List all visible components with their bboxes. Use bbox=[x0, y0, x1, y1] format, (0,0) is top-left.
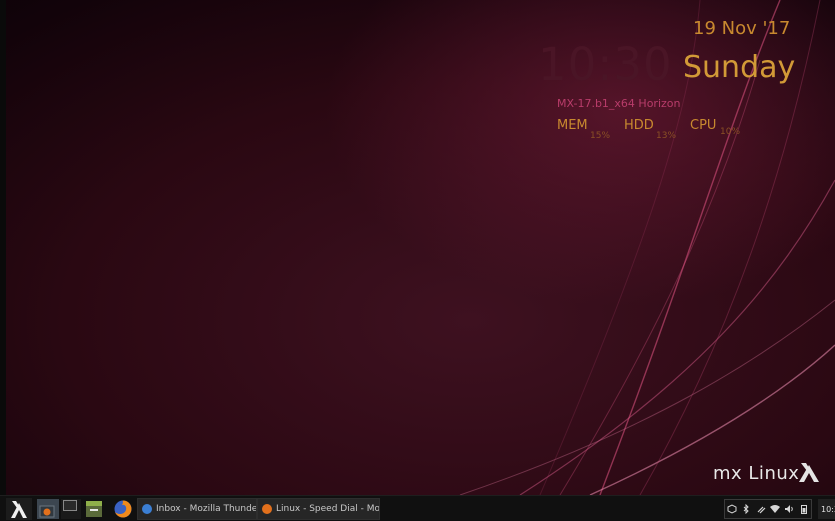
thunderbird-icon bbox=[142, 504, 152, 514]
conky-mem-label: MEM bbox=[557, 118, 588, 133]
mx-x-icon bbox=[799, 463, 819, 482]
firefox-task-icon bbox=[262, 504, 272, 514]
battery-icon[interactable] bbox=[799, 504, 809, 514]
workspace-1[interactable] bbox=[37, 499, 59, 519]
conky-date: 19 Nov '17 bbox=[693, 18, 791, 39]
application-menu-button[interactable] bbox=[6, 498, 32, 520]
desktop: 10:30 19 Nov '17 Sunday MX-17.b1_x64 Hor… bbox=[0, 0, 835, 521]
taskbar-item-label: Linux - Speed Dial - Mo... bbox=[276, 504, 380, 514]
mx-linux-logo-text: mx Linux bbox=[713, 463, 800, 484]
wifi-icon[interactable] bbox=[770, 504, 781, 514]
clipboard-icon[interactable] bbox=[756, 504, 766, 514]
volume-icon[interactable] bbox=[784, 504, 794, 514]
bluetooth-icon[interactable] bbox=[741, 504, 751, 514]
firefox-icon bbox=[114, 500, 132, 518]
system-tray bbox=[724, 499, 812, 519]
file-manager-launcher[interactable] bbox=[84, 499, 104, 519]
firefox-mini-icon bbox=[39, 505, 55, 518]
workspace-window-thumbnail bbox=[63, 500, 77, 511]
taskbar-item-thunderbird[interactable]: Inbox - Mozilla Thunde... bbox=[137, 498, 257, 520]
taskbar-clock[interactable]: 10:30 bbox=[818, 499, 835, 519]
conky-hdd-label: HDD bbox=[624, 118, 654, 133]
conky-host: MX-17.b1_x64 Horizon bbox=[557, 97, 681, 110]
conky-time: 10:30 bbox=[538, 38, 673, 91]
taskbar: Inbox - Mozilla Thunde... Linux - Speed … bbox=[0, 495, 835, 521]
file-manager-icon bbox=[86, 501, 102, 517]
conky-day: Sunday bbox=[683, 50, 796, 85]
conky-mem-value: 15% bbox=[590, 131, 611, 141]
taskbar-item-firefox[interactable]: Linux - Speed Dial - Mo... bbox=[257, 498, 380, 520]
conky-cpu-value: 10% bbox=[720, 127, 741, 137]
conky-widget: 10:30 19 Nov '17 Sunday MX-17.b1_x64 Hor… bbox=[0, 0, 835, 200]
firefox-launcher[interactable] bbox=[113, 499, 133, 519]
taskbar-item-label: Inbox - Mozilla Thunde... bbox=[156, 504, 257, 514]
mx-logo-icon bbox=[11, 501, 27, 518]
conky-hdd-value: 13% bbox=[656, 131, 677, 141]
workspace-2[interactable] bbox=[61, 499, 81, 519]
conky-cpu-label: CPU bbox=[690, 118, 717, 133]
mx-linux-logo: mx Linux bbox=[713, 459, 823, 487]
network-manager-icon[interactable] bbox=[727, 504, 737, 514]
